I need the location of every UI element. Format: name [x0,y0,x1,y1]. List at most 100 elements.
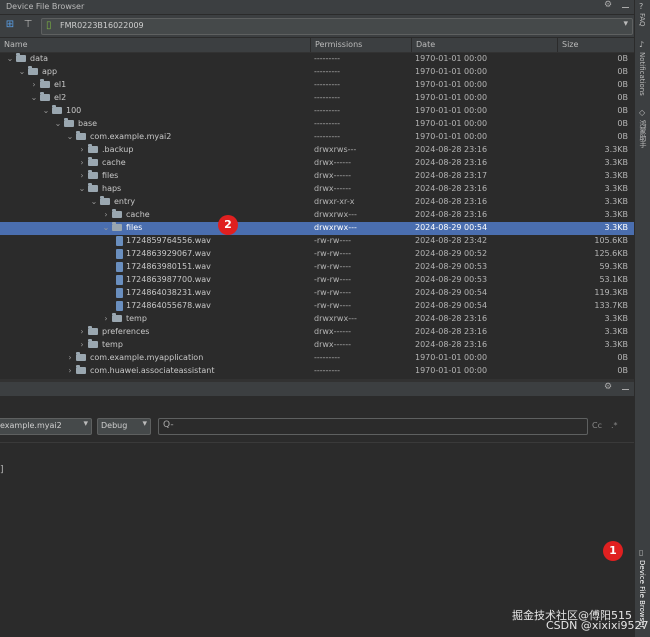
chevron-down-icon[interactable]: ⌄ [102,223,110,232]
log-level-value: Debug [101,421,128,430]
assistant-icon: ◇ [639,108,646,117]
row-size: 0B [617,366,628,375]
chevron-down-icon[interactable]: ⌄ [6,54,14,63]
table-row[interactable]: 1724864055678.wav -rw-rw---- 2024-08-29 00… [0,300,634,313]
table-row[interactable]: 1724863929067.wav -rw-rw---- 2024-08-29 00… [0,248,634,261]
gear-icon[interactable]: ⚙ [604,382,612,392]
table-row[interactable]: › .backup drwxrws--- 2024-08-28 23:16 3.3KB [0,144,634,157]
table-row[interactable]: › com.example.myapplication --------- 1970-… [0,352,634,365]
minimize-icon[interactable] [622,389,629,390]
table-row[interactable]: 1724864038231.wav -rw-rw---- 2024-08-29 00… [0,287,634,300]
chevron-down-icon[interactable]: ⌄ [42,106,50,115]
row-permissions: -rw-rw---- [314,249,351,258]
table-row[interactable]: › cache drwx------ 2024-08-28 23:16 3.3KB [0,157,634,170]
row-name: 1724864038231.wav [126,288,211,297]
window-title: Device File Browser [6,2,85,11]
table-row[interactable]: ⌄ com.example.myai2 --------- 1970-01-01 00… [0,131,634,144]
chevron-right-icon[interactable]: › [102,210,110,219]
table-row[interactable]: ⌄ app --------- 1970-01-01 00:00 0B [0,66,634,79]
table-row[interactable]: ⌄ files drwxrwx--- 2024-08-29 00:54 3.3KB [0,222,634,235]
table-row[interactable]: ⌄ haps drwx------ 2024-08-28 23:16 3.3KB [0,183,634,196]
gear-icon[interactable]: ⚙ [604,0,612,10]
log-panel-header: ⚙ [0,382,634,396]
column-divider[interactable] [557,38,558,52]
folder-icon [76,131,86,140]
row-permissions: drwx------ [314,340,351,349]
row-permissions: drwxr-xr-x [314,197,355,206]
table-row[interactable]: › el1 --------- 1970-01-01 00:00 0B [0,79,634,92]
chevron-down-icon[interactable]: ⌄ [78,184,86,193]
column-name[interactable]: Name [4,40,28,49]
tab-faq[interactable]: FAQ [638,13,646,27]
tree-icon[interactable]: ⊤ [22,19,34,31]
chevron-right-icon[interactable]: › [66,366,74,375]
column-size[interactable]: Size [562,40,578,49]
table-row[interactable]: ⌄ base --------- 1970-01-01 00:00 0B [0,118,634,131]
row-name: cache [102,158,126,167]
table-row[interactable]: 1724863987700.wav -rw-rw---- 2024-08-29 00… [0,274,634,287]
chevron-down-icon[interactable]: ⌄ [18,67,26,76]
table-row[interactable]: ⌄ entry drwxr-xr-x 2024-08-28 23:16 3.3KB [0,196,634,209]
chevron-down-icon[interactable]: ⌄ [30,93,38,102]
row-permissions: --------- [314,93,340,102]
collapse-icon[interactable]: ⊞ [4,19,16,31]
process-select[interactable]: example.myai2 ▾ [0,418,92,435]
watermark-text: CSDN @xixixi9527 [546,619,649,632]
table-row[interactable]: 1724859764556.wav -rw-rw---- 2024-08-28 23… [0,235,634,248]
phone-icon: ▯ [46,20,52,31]
regex-toggle[interactable]: .* [611,421,618,430]
table-row[interactable]: › preferences drwx------ 2024-08-28 23:16 3.… [0,326,634,339]
chevron-down-icon: ▾ [623,19,628,29]
row-size: 3.3KB [604,184,628,193]
log-search-input[interactable]: Q- [158,418,588,435]
row-size: 3.3KB [604,314,628,323]
chevron-down-icon[interactable]: ⌄ [54,119,62,128]
table-row[interactable]: › temp drwx------ 2024-08-28 23:16 3.3KB [0,339,634,352]
row-size: 3.3KB [604,210,628,219]
chevron-right-icon[interactable]: › [78,327,86,336]
row-permissions: -rw-rw---- [314,275,351,284]
row-date: 1970-01-01 00:00 [415,54,488,63]
row-size: 0B [617,119,628,128]
chevron-right-icon[interactable]: › [78,145,86,154]
row-name: 1724863980151.wav [126,262,211,271]
table-row[interactable]: › files drwx------ 2024-08-28 23:17 3.3KB [0,170,634,183]
table-row[interactable]: ⌄ data --------- 1970-01-01 00:00 0B [0,53,634,66]
table-row[interactable]: › temp drwxrwx--- 2024-08-28 23:16 3.3KB [0,313,634,326]
minimize-icon[interactable] [622,7,629,8]
chevron-right-icon[interactable]: › [78,158,86,167]
tab-assistant[interactable]: 鸿蒙助手 [638,120,648,148]
table-row[interactable]: ⌄ el2 --------- 1970-01-01 00:00 0B [0,92,634,105]
table-row[interactable]: ⌄ 100 --------- 1970-01-01 00:00 0B [0,105,634,118]
chevron-right-icon[interactable]: › [66,353,74,362]
folder-icon [88,157,98,166]
log-level-select[interactable]: Debug ▾ [97,418,151,435]
row-date: 2024-08-29 00:54 [415,301,488,310]
right-tool-strip: ? FAQ ♪ Notifications ◇ 鸿蒙助手 ▯ Device Fi… [634,0,650,637]
column-permissions[interactable]: Permissions [315,40,362,49]
row-size: 0B [617,80,628,89]
row-permissions: --------- [314,132,340,141]
match-case-toggle[interactable]: Cc [592,421,602,430]
row-permissions: --------- [314,106,340,115]
column-divider[interactable] [411,38,412,52]
table-row[interactable]: › com.huawei.associateassistant --------- 1… [0,365,634,378]
device-select[interactable]: ▯ FMR0223B16022009 ▾ [41,18,633,35]
chevron-down-icon[interactable]: ⌄ [66,132,74,141]
folder-icon [112,222,122,231]
chevron-right-icon[interactable]: › [78,171,86,180]
chevron-right-icon[interactable]: › [30,80,38,89]
table-row[interactable]: › cache drwxrwx--- 2024-08-28 23:16 3.3KB [0,209,634,222]
row-permissions: drwx------ [314,171,351,180]
row-permissions: -rw-rw---- [314,236,351,245]
chevron-down-icon[interactable]: ⌄ [90,197,98,206]
row-date: 2024-08-29 00:54 [415,223,488,232]
column-divider[interactable] [310,38,311,52]
chevron-right-icon[interactable]: › [78,340,86,349]
table-row[interactable]: 1724863980151.wav -rw-rw---- 2024-08-29 00… [0,261,634,274]
chevron-right-icon[interactable]: › [102,314,110,323]
column-date[interactable]: Date [416,40,435,49]
tab-notifications[interactable]: Notifications [638,52,646,96]
row-date: 1970-01-01 00:00 [415,106,488,115]
row-permissions: -rw-rw---- [314,301,351,310]
